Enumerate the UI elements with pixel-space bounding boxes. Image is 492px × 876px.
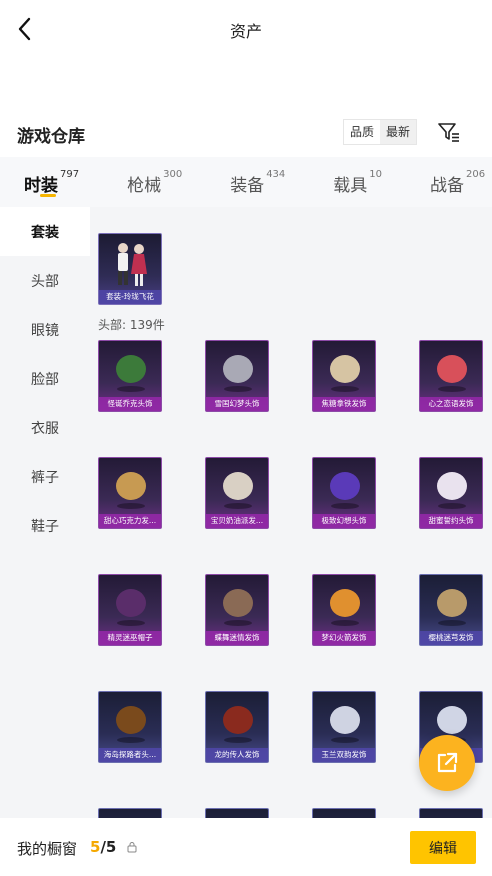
item-name: 极致幻想头饰 <box>313 514 375 528</box>
head-item-card[interactable]: 海岛探路者头... <box>98 691 162 763</box>
tab-count: 797 <box>60 169 80 180</box>
hair-accessory-icon <box>437 472 467 509</box>
head-item-card[interactable]: 心之恋语发饰 <box>419 340 483 412</box>
head-item-card[interactable]: 梦幻火箭发饰 <box>312 574 376 646</box>
sidebar-item-clothes[interactable]: 衣服 <box>0 403 90 452</box>
showcase-used: 5 <box>90 838 101 856</box>
item-name: 精灵迷巫帽子 <box>99 631 161 645</box>
top-bar: 资产 <box>0 0 492 58</box>
tab-label: 载具 <box>333 176 368 196</box>
item-name: 海岛探路者头... <box>99 748 161 762</box>
category-tabs: 时装 797 枪械 300 装备 434 载具 10 战备 206 <box>0 157 492 207</box>
head-item-card[interactable]: 精灵迷巫帽子 <box>98 574 162 646</box>
sidebar-item-head[interactable]: 头部 <box>0 256 90 305</box>
tab-label: 枪械 <box>127 176 162 196</box>
sidebar-item-glasses[interactable]: 眼镜 <box>0 305 90 354</box>
hair-accessory-icon <box>437 355 467 392</box>
item-name: 甜心巧克力发... <box>99 514 161 528</box>
item-name: 焦糖拿铁发饰 <box>313 397 375 411</box>
lock-icon <box>127 842 137 853</box>
sort-latest-option[interactable]: 最新 <box>380 120 417 144</box>
showcase-label: 我的橱窗 <box>17 840 78 858</box>
filter-button[interactable] <box>436 119 462 145</box>
showcase-total: /5 <box>100 838 117 856</box>
bottom-bar: 我的橱窗 5/5 编辑 <box>0 818 492 876</box>
head-item-card[interactable]: 宝贝奶油派发... <box>205 457 269 529</box>
hair-accessory-icon <box>330 589 360 626</box>
hair-accessory-icon <box>116 706 146 743</box>
tab-fashion[interactable]: 时装 797 <box>24 157 79 207</box>
tab-label: 装备 <box>230 176 265 196</box>
tab-equipment[interactable]: 装备 434 <box>230 157 285 207</box>
sort-quality-option[interactable]: 品质 <box>344 120 380 144</box>
sidebar-item-pants[interactable]: 裤子 <box>0 452 90 501</box>
sort-toggle: 品质 最新 <box>343 119 418 145</box>
head-item-card[interactable]: 甜心巧克力发... <box>98 457 162 529</box>
head-count-label: 头部: 139件 <box>98 318 165 332</box>
hair-accessory-icon <box>437 589 467 626</box>
sidebar-item-shoes[interactable]: 鞋子 <box>0 501 90 550</box>
hair-accessory-icon <box>330 706 360 743</box>
head-item-card[interactable]: 蝶舞迷情发饰 <box>205 574 269 646</box>
hair-accessory-icon <box>223 589 253 626</box>
head-item-card[interactable]: 怪诞乔克头饰 <box>98 340 162 412</box>
tab-vehicles[interactable]: 载具 10 <box>333 157 382 207</box>
tab-count: 434 <box>266 169 286 180</box>
hair-accessory-icon <box>116 355 146 392</box>
tab-label: 战备 <box>430 176 465 196</box>
external-link-icon <box>437 752 458 773</box>
head-item-card[interactable]: 雪国幻梦头饰 <box>205 340 269 412</box>
head-item-card[interactable]: 甜蜜誓约头饰 <box>419 457 483 529</box>
showcase-count: 5/5 <box>90 838 116 856</box>
hair-accessory-icon <box>330 355 360 392</box>
head-item-card[interactable]: 龙的传人发饰 <box>205 691 269 763</box>
hair-accessory-icon <box>116 472 146 509</box>
head-item-card[interactable]: 极致幻想头饰 <box>312 457 376 529</box>
item-name: 玉兰双韵发饰 <box>313 748 375 762</box>
tab-count: 300 <box>163 169 183 180</box>
warehouse-title: 游戏仓库 <box>17 127 85 147</box>
share-button[interactable] <box>419 735 475 791</box>
item-name: 龙的传人发饰 <box>206 748 268 762</box>
active-tab-indicator <box>40 194 56 197</box>
category-sidebar: 套装 头部 眼镜 脸部 衣服 裤子 鞋子 <box>0 207 90 876</box>
hair-accessory-icon <box>223 472 253 509</box>
tab-count: 10 <box>369 169 383 180</box>
tab-count: 206 <box>466 169 486 180</box>
hair-accessory-icon <box>223 706 253 743</box>
item-name: 雪国幻梦头饰 <box>206 397 268 411</box>
head-item-card[interactable]: 焦糖拿铁发饰 <box>312 340 376 412</box>
item-name: 蝶舞迷情发饰 <box>206 631 268 645</box>
hair-accessory-icon <box>223 355 253 392</box>
item-name: 宝贝奶油派发... <box>206 514 268 528</box>
head-item-card[interactable]: 樱桃迷芎发饰 <box>419 574 483 646</box>
item-name: 甜蜜誓约头饰 <box>420 514 482 528</box>
edit-button[interactable]: 编辑 <box>410 831 476 864</box>
head-item-card[interactable]: 玉兰双韵发饰 <box>312 691 376 763</box>
page-title: 资产 <box>229 22 262 41</box>
asset-page: 资产 游戏仓库 品质 最新 时装 797 枪械 300 装备 434 载具 10 <box>0 0 492 876</box>
item-name: 梦幻火箭发饰 <box>313 631 375 645</box>
item-name: 心之恋语发饰 <box>420 397 482 411</box>
item-name: 樱桃迷芎发饰 <box>420 631 482 645</box>
suit-item-card[interactable]: 套装-玲珑飞花 <box>98 233 162 305</box>
hair-accessory-icon <box>116 589 146 626</box>
tab-readiness[interactable]: 战备 206 <box>430 157 485 207</box>
item-name: 怪诞乔克头饰 <box>99 397 161 411</box>
tab-guns[interactable]: 枪械 300 <box>127 157 182 207</box>
hair-accessory-icon <box>330 472 360 509</box>
character-outfit-icon <box>118 243 147 286</box>
sidebar-item-face[interactable]: 脸部 <box>0 354 90 403</box>
filter-icon <box>438 123 459 142</box>
tab-label: 时装 <box>24 176 58 196</box>
item-name: 套装-玲珑飞花 <box>99 290 161 304</box>
sidebar-item-suit[interactable]: 套装 <box>0 207 90 256</box>
